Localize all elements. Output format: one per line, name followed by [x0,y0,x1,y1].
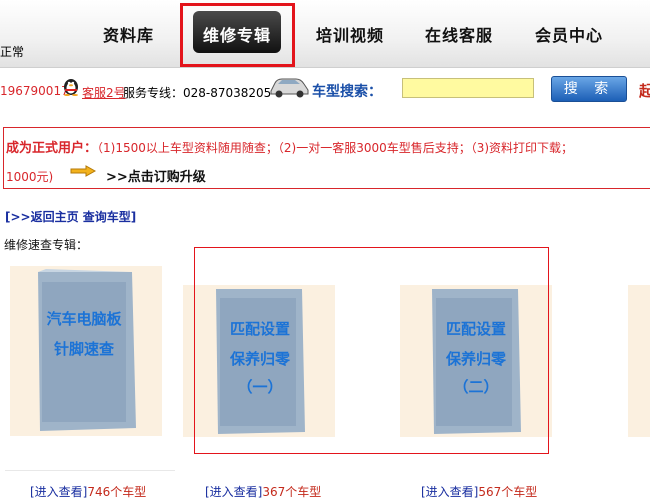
model-count: 746个车型 [87,485,147,499]
book-1-title-2: 针脚速查 [54,340,115,358]
product-entry: [进入查看]367个车型 [205,483,321,500]
nav-item-repair-album[interactable]: 维修专辑 [193,22,281,46]
top-nav: 正常 资料库 维修专辑 培训视频 在线客服 会员中心 [0,0,650,68]
book-3-title-3: （二） [453,378,498,396]
model-search-label: 车型搜索： [312,84,382,100]
book-3-title-2: 保养归零 [445,350,507,368]
model-search-input[interactable] [402,78,534,98]
customer-service-link[interactable]: 客服2号 [82,84,126,101]
book-cover[interactable]: 匹配设置 保养归零 （二） [426,286,526,440]
hotline-text: 服务专线：028-87038205 [123,86,272,100]
enter-view-link[interactable]: [进入查看] [30,485,87,499]
book-2-cover-icon: 匹配设置 保养归零 （一） [216,289,305,434]
divider [5,470,175,471]
enter-view-link[interactable]: [进入查看] [421,485,478,499]
nav-item-training-video[interactable]: 培训视频 [316,22,384,46]
car-icon [270,78,309,98]
edge-text: 起 [639,82,650,100]
promo-lead: 成为正式用户： [6,141,98,156]
book-1-title-1: 汽车电脑板 [46,310,122,328]
section-title: 维修速查专辑： [4,238,89,252]
nav-item-member-center[interactable]: 会员中心 [535,22,603,46]
product-entry: [进入查看]567个车型 [421,483,537,500]
promo-price: 1000元) [6,170,54,184]
qq-penguin-icon[interactable] [62,76,80,96]
book-cover[interactable]: 汽车电脑板 针脚速查 [30,268,142,437]
breadcrumb-links[interactable]: [>>返回主页 查询车型] [5,208,136,225]
product-entry: [进入查看]746个车型 [30,483,146,500]
nav-item-online-service[interactable]: 在线客服 [425,22,493,46]
promo-benefits: （1)1500以上车型资料随用随查；（2)一对一客服3000车型售后支持；（3)… [97,141,574,155]
promo-box: 成为正式用户：（1)1500以上车型资料随用随查；（2)一对一客服3000车型售… [3,127,650,189]
book-1-cover-icon: 汽车电脑板 针脚速查 [38,269,136,431]
pointing-hand-icon [70,165,97,177]
status-text: 正常 [0,45,25,59]
model-count: 567个车型 [478,485,538,499]
search-button[interactable]: 搜 索 [551,76,627,102]
book-2-title-2: 保养归零 [229,350,291,368]
card-background [628,285,650,437]
book-2-title-3: （一） [237,378,282,396]
model-count: 367个车型 [262,485,322,499]
book-3-cover-icon: 匹配设置 保养归零 （二） [432,289,521,434]
nav-item-library[interactable]: 资料库 [103,22,154,46]
enter-view-link[interactable]: [进入查看] [205,485,262,499]
book-2-title-1: 匹配设置 [230,320,290,338]
info-bar: 1967900174 客服2号 服务专线：028-87038205 车型搜索： … [0,70,650,112]
book-cover[interactable]: 匹配设置 保养归零 （一） [210,286,310,440]
upgrade-link[interactable]: >>点击订购升级 [106,166,206,185]
book-3-title-1: 匹配设置 [446,320,506,338]
